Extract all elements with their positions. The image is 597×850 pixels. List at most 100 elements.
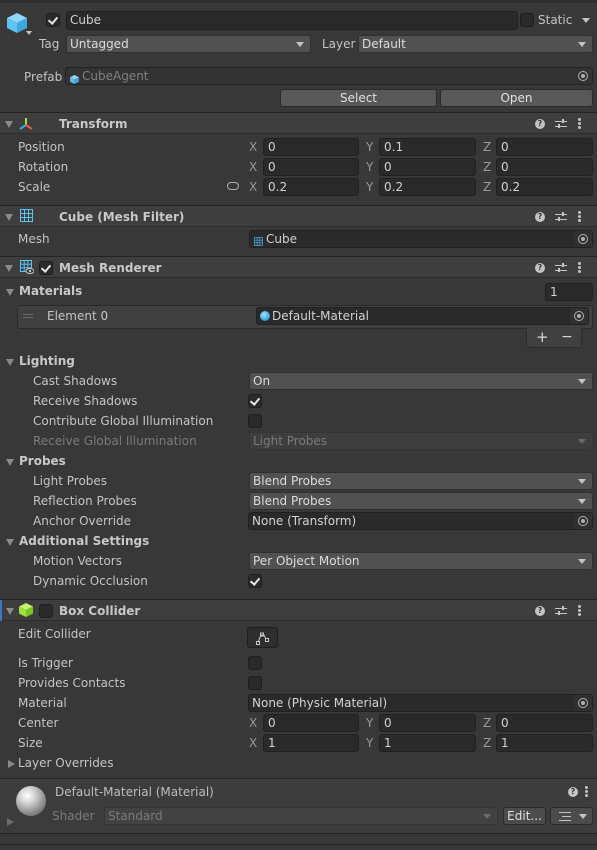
mesh-label: Mesh bbox=[18, 232, 50, 246]
layer-dropdown[interactable]: Default bbox=[358, 35, 593, 53]
scale-x-field[interactable]: 0.2 bbox=[263, 178, 359, 196]
is-trigger-label: Is Trigger bbox=[18, 656, 73, 670]
collider-material-field[interactable]: None (Physic Material) bbox=[248, 694, 593, 712]
tag-dropdown[interactable]: Untagged bbox=[66, 35, 311, 53]
chevron-down-icon bbox=[483, 814, 491, 819]
center-x-field[interactable]: 0 bbox=[263, 714, 359, 732]
materials-foldout-arrow-icon[interactable] bbox=[6, 289, 14, 296]
gameobject-icon-dropdown-arrow[interactable] bbox=[26, 31, 32, 35]
presets-icon[interactable] bbox=[555, 119, 567, 129]
help-icon[interactable]: ? bbox=[535, 263, 545, 273]
object-picker-icon[interactable] bbox=[574, 68, 592, 84]
lighting-foldout-arrow-icon[interactable] bbox=[6, 359, 14, 366]
foldout-arrow-icon[interactable] bbox=[5, 214, 13, 221]
prefab-field[interactable]: CubeAgent bbox=[65, 67, 593, 85]
additional-settings-label: Additional Settings bbox=[19, 534, 150, 548]
light-probes-dropdown[interactable]: Blend Probes bbox=[249, 472, 593, 490]
motion-vectors-value: Per Object Motion bbox=[253, 554, 360, 568]
prefab-open-button[interactable]: Open bbox=[440, 89, 593, 107]
probes-foldout-arrow-icon[interactable] bbox=[6, 459, 14, 466]
position-z-field[interactable]: 0 bbox=[496, 138, 593, 156]
add-element-button[interactable]: + bbox=[536, 329, 549, 345]
position-y-field[interactable]: 0.1 bbox=[379, 138, 476, 156]
more-options-icon[interactable] bbox=[585, 786, 588, 797]
transform-header[interactable]: Transform ? bbox=[0, 112, 597, 134]
more-options-icon[interactable] bbox=[578, 211, 581, 222]
mesh-field[interactable]: Cube bbox=[249, 230, 593, 248]
box-collider-icon bbox=[19, 603, 33, 617]
layer-overrides-foldout-arrow-icon[interactable] bbox=[8, 760, 15, 768]
prefab-value: CubeAgent bbox=[82, 69, 149, 83]
center-y-field[interactable]: 0 bbox=[379, 714, 476, 732]
object-picker-icon[interactable] bbox=[574, 695, 592, 711]
size-z-field[interactable]: 1 bbox=[496, 734, 593, 752]
is-trigger-checkbox[interactable] bbox=[248, 656, 262, 670]
contribute-gi-checkbox[interactable] bbox=[248, 414, 262, 428]
shader-value: Standard bbox=[108, 809, 163, 823]
mesh-renderer-header[interactable]: Mesh Renderer ? bbox=[0, 256, 597, 278]
constrain-proportions-link-icon[interactable] bbox=[227, 182, 239, 190]
probes-label: Probes bbox=[19, 454, 66, 468]
size-y-field[interactable]: 1 bbox=[379, 734, 476, 752]
box-collider-title: Box Collider bbox=[59, 604, 141, 618]
cast-shadows-dropdown[interactable]: On bbox=[249, 372, 593, 390]
motion-vectors-dropdown[interactable]: Per Object Motion bbox=[249, 552, 593, 570]
drag-handle-icon[interactable] bbox=[23, 314, 33, 318]
shader-label: Shader bbox=[52, 809, 95, 823]
foldout-arrow-icon[interactable] bbox=[5, 265, 13, 272]
shader-dropdown[interactable]: Standard bbox=[104, 807, 498, 825]
scale-z-field[interactable]: 0.2 bbox=[496, 178, 593, 196]
help-icon[interactable]: ? bbox=[568, 787, 578, 797]
help-icon[interactable]: ? bbox=[535, 212, 545, 222]
more-options-icon[interactable] bbox=[578, 605, 581, 616]
foldout-arrow-icon[interactable] bbox=[5, 121, 13, 128]
material-sphere-icon bbox=[260, 311, 270, 321]
remove-element-button[interactable]: − bbox=[561, 329, 573, 345]
component-header-icons: ? bbox=[533, 206, 597, 228]
material-foldout-arrow-icon[interactable] bbox=[7, 818, 14, 826]
prefab-select-button[interactable]: Select bbox=[280, 89, 437, 107]
selected-indicator bbox=[0, 600, 2, 621]
mesh-filter-header[interactable]: Cube (Mesh Filter) ? bbox=[0, 205, 597, 227]
object-picker-icon[interactable] bbox=[570, 308, 588, 324]
shader-options-button[interactable] bbox=[550, 807, 593, 825]
static-dropdown-arrow[interactable] bbox=[582, 18, 590, 23]
provides-contacts-checkbox[interactable] bbox=[248, 676, 262, 690]
rotation-z-field[interactable]: 0 bbox=[496, 158, 593, 176]
help-icon[interactable]: ? bbox=[535, 606, 545, 616]
presets-icon[interactable] bbox=[555, 606, 567, 616]
presets-icon[interactable] bbox=[555, 212, 567, 222]
size-x-field[interactable]: 1 bbox=[263, 734, 359, 752]
reflection-probes-dropdown[interactable]: Blend Probes bbox=[249, 492, 593, 510]
layer-value: Default bbox=[362, 37, 406, 51]
presets-icon[interactable] bbox=[555, 263, 567, 273]
mesh-filter-icon bbox=[20, 209, 33, 222]
rotation-x-field[interactable]: 0 bbox=[263, 158, 359, 176]
mesh-renderer-enabled-checkbox[interactable] bbox=[39, 261, 53, 275]
dynamic-occlusion-checkbox[interactable] bbox=[248, 574, 262, 588]
gameobject-active-checkbox[interactable] bbox=[46, 13, 60, 27]
shader-edit-button[interactable]: Edit... bbox=[503, 807, 546, 825]
more-options-icon[interactable] bbox=[578, 118, 581, 129]
element-0-material-field[interactable]: Default-Material bbox=[256, 307, 589, 325]
scale-y-field[interactable]: 0.2 bbox=[379, 178, 476, 196]
materials-count-field[interactable]: 1 bbox=[545, 283, 593, 301]
gameobject-cube-icon[interactable] bbox=[6, 12, 28, 34]
position-x-field[interactable]: 0 bbox=[263, 138, 359, 156]
box-collider-enabled-checkbox[interactable] bbox=[39, 604, 53, 618]
center-z-field[interactable]: 0 bbox=[496, 714, 593, 732]
edit-collider-button[interactable] bbox=[247, 627, 278, 648]
additional-settings-foldout-arrow-icon[interactable] bbox=[6, 539, 14, 546]
foldout-arrow-icon[interactable] bbox=[6, 608, 14, 615]
help-icon[interactable]: ? bbox=[535, 119, 545, 129]
more-options-icon[interactable] bbox=[578, 262, 581, 273]
box-collider-header[interactable]: Box Collider ? bbox=[0, 599, 597, 621]
rotation-y-field[interactable]: 0 bbox=[379, 158, 476, 176]
motion-vectors-label: Motion Vectors bbox=[33, 554, 122, 568]
static-checkbox[interactable] bbox=[520, 13, 534, 27]
object-picker-icon[interactable] bbox=[574, 513, 592, 529]
gameobject-name-field[interactable]: Cube bbox=[66, 11, 518, 30]
receive-shadows-checkbox[interactable] bbox=[248, 394, 262, 408]
object-picker-icon[interactable] bbox=[574, 231, 592, 247]
anchor-override-field[interactable]: None (Transform) bbox=[248, 512, 593, 530]
